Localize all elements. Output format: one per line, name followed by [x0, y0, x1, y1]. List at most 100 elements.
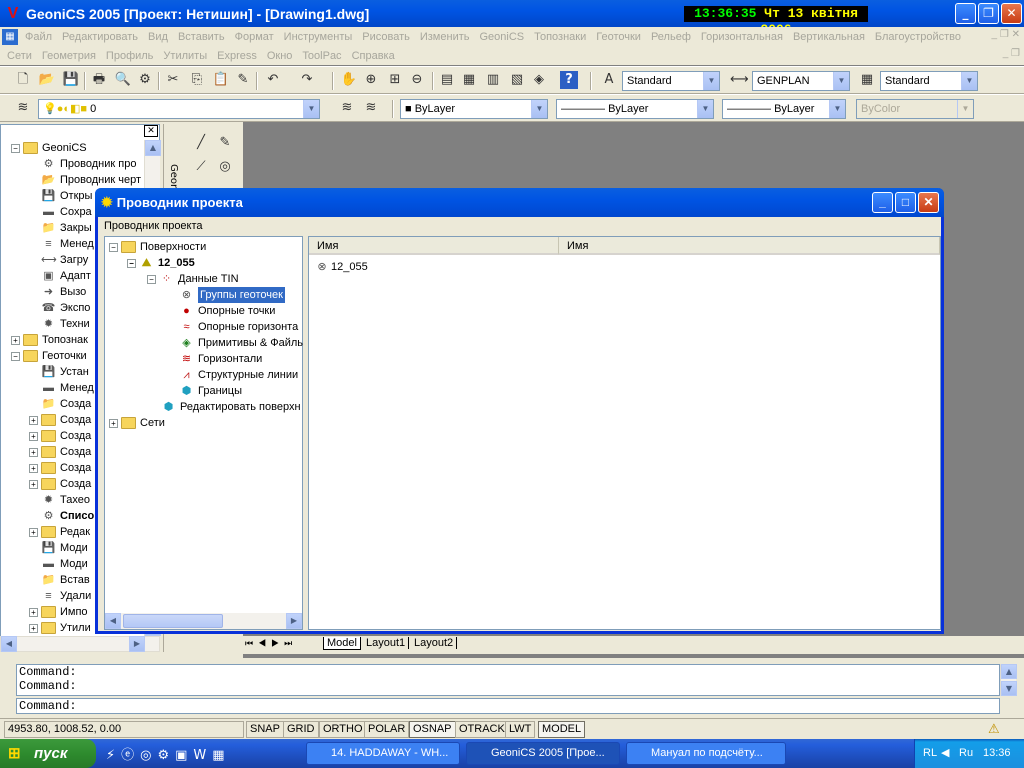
sheetset-icon[interactable]: ▧ — [508, 71, 526, 89]
left-tree-item[interactable]: ⚙ Проводник про — [41, 156, 137, 172]
expand-icon[interactable]: + — [29, 463, 38, 473]
matchprop-icon[interactable]: ✎ — [234, 71, 252, 89]
expand-icon[interactable]: + — [29, 527, 38, 537]
zoom-previous-icon[interactable]: ⊖ — [408, 71, 426, 89]
copy-icon[interactable]: ⎘ — [188, 71, 206, 89]
left-tree-item[interactable]: − Геоточки — [11, 348, 87, 364]
tab-layout1[interactable]: Layout1 — [363, 637, 410, 649]
collapse-icon[interactable]: − — [127, 258, 136, 268]
scroll-right-icon[interactable]: ▶ — [129, 636, 145, 652]
menu-item[interactable]: Формат — [230, 31, 279, 43]
collapse-icon[interactable]: − — [147, 274, 156, 284]
polyline-icon[interactable]: ⟋ — [192, 158, 210, 176]
left-tree-item[interactable]: ▬ Менед — [41, 380, 94, 396]
help-icon[interactable]: ? — [560, 71, 578, 89]
menu-item[interactable]: Рельеф — [646, 31, 696, 43]
tab-model[interactable]: Model — [323, 637, 361, 650]
color-select[interactable]: ■ ByLayer ▼ — [400, 99, 548, 119]
left-tree-item[interactable]: + Топознак — [11, 332, 88, 348]
left-tree-item[interactable]: + Созда — [29, 412, 91, 428]
menu-item[interactable]: Сети — [2, 50, 37, 62]
tree-item-networks[interactable]: + Сети — [109, 415, 165, 431]
cut-icon[interactable]: ✂ — [164, 71, 182, 89]
task-geonics[interactable]: GeoniCS 2005 [Прое... — [466, 742, 620, 765]
left-tree-item[interactable]: ≡ Удали — [41, 588, 91, 604]
tray-collapse-icon[interactable]: ◀ — [941, 739, 949, 768]
snap-button[interactable]: SNAP — [246, 721, 284, 738]
left-tree-item[interactable]: + Импо — [29, 604, 88, 620]
scroll-thumb[interactable] — [123, 614, 223, 628]
dim-style-select[interactable]: GENPLAN ▼ — [752, 71, 850, 91]
tree-item-ref-contours[interactable]: ≈ Опорные горизонта — [179, 319, 298, 335]
column-header-name-2[interactable]: Имя — [559, 237, 940, 255]
left-tree-item[interactable]: 💾 Устан — [41, 364, 89, 380]
menu-item[interactable]: Вертикальная — [788, 31, 870, 43]
menu-item[interactable]: Геоточки — [591, 31, 646, 43]
line-icon[interactable]: ╱ — [192, 134, 210, 152]
polar-button[interactable]: POLAR — [364, 721, 410, 738]
lang-indicator[interactable]: RL — [923, 739, 937, 768]
ortho-button[interactable]: ORTHO — [319, 721, 367, 738]
comm-center-icon[interactable]: ⚠ — [988, 721, 1006, 738]
dialog-tree-hscrollbar[interactable]: ◀ ▶ — [105, 613, 302, 629]
left-tree-item[interactable]: ≡ Менед — [41, 236, 94, 252]
expand-icon[interactable]: + — [29, 607, 38, 617]
left-tree-item[interactable]: ▬ Моди — [41, 556, 88, 572]
left-tree-item[interactable]: ▣ Адапт — [41, 268, 91, 284]
task-haddaway[interactable]: 14. HADDAWAY - WH... — [306, 742, 460, 765]
layer-manager-icon[interactable]: ≋ — [14, 99, 32, 117]
dialog-list-view[interactable]: Имя Имя ⊗ 12_055 — [308, 236, 941, 630]
menu-item[interactable]: Редактировать — [57, 31, 143, 43]
table-style-icon[interactable]: ▦ — [858, 71, 876, 89]
tray-clock[interactable]: 13:36 — [983, 739, 1011, 768]
menu-item[interactable]: Окно — [262, 50, 298, 62]
layer-select[interactable]: 💡●◐◧■ 0 ▼ — [38, 99, 320, 119]
table-style-select[interactable]: Standard ▼ — [880, 71, 978, 91]
menu-item[interactable]: Справка — [347, 50, 400, 62]
menu-item[interactable]: Файл — [20, 31, 57, 43]
tree-hscrollbar[interactable]: ◀ ▶ — [0, 636, 160, 652]
expand-icon[interactable]: + — [29, 415, 38, 425]
left-tree-item[interactable]: ⚙ Списо — [41, 508, 95, 524]
scroll-left-icon[interactable]: ◀ — [105, 613, 121, 629]
left-tree-item[interactable]: 💾 Откры — [41, 188, 93, 204]
tree-item-edit-surface[interactable]: ⬢ Редактировать поверхн — [161, 399, 301, 415]
left-tree-item[interactable]: ✹ Техни — [41, 316, 90, 332]
text-style-select[interactable]: Standard ▼ — [622, 71, 720, 91]
markup-icon[interactable]: ◈ — [530, 71, 548, 89]
otrack-button[interactable]: OTRACK — [455, 721, 509, 738]
menu-item[interactable]: Благоустройство — [870, 31, 966, 43]
dialog-maximize-button[interactable]: □ — [895, 192, 916, 213]
menu-item[interactable]: Профиль — [101, 50, 159, 62]
preview-icon[interactable]: 🔍 — [114, 71, 132, 89]
scroll-right-icon[interactable]: ▶ — [286, 613, 302, 629]
expand-icon[interactable]: + — [11, 335, 20, 345]
tree-item-contours[interactable]: ≋ Горизонтали — [179, 351, 262, 367]
quick-launch[interactable]: ⚡ⓔ◎⚙▣W▦ — [106, 744, 286, 764]
coordinates-display[interactable]: 4953.80, 1008.52, 0.00 — [4, 721, 244, 738]
tree-item-primitives[interactable]: ◈ Примитивы & Файль — [179, 335, 303, 351]
left-tree-item[interactable]: + Созда — [29, 444, 91, 460]
collapse-icon[interactable]: − — [11, 351, 20, 361]
lang-indicator-2[interactable]: Ru — [959, 739, 973, 768]
paste-icon[interactable]: 📋 — [212, 71, 230, 89]
lwt-button[interactable]: LWT — [505, 721, 536, 738]
panel-close-icon[interactable]: ✕ — [144, 125, 158, 137]
menu-item[interactable]: Инструменты — [279, 31, 358, 43]
layer-previous-icon[interactable]: ≋ — [362, 99, 380, 117]
left-tree-item[interactable]: + Редак — [29, 524, 90, 540]
tree-item-project[interactable]: − ⛰ 12_055 — [127, 255, 195, 271]
tree-item-breaklines[interactable]: ⩘ Структурные линии — [179, 367, 298, 383]
dim-style-icon[interactable]: ⟷ — [730, 71, 749, 89]
left-tree-item[interactable]: 📁 Встав — [41, 572, 90, 588]
task-manual[interactable]: Мануал по подсчёту... — [626, 742, 786, 765]
scroll-down-icon[interactable]: ▼ — [1001, 681, 1017, 696]
command-input[interactable]: Command: — [16, 698, 1000, 714]
print-icon[interactable]: 🖶 — [90, 71, 108, 89]
collapse-icon[interactable]: − — [11, 143, 20, 153]
title-bar[interactable]: V GeoniCS 2005 [Проект: Нетишин] - [Draw… — [0, 0, 1024, 27]
left-tree-item[interactable]: + Утили — [29, 620, 91, 636]
dialog-tree[interactable]: − Поверхности − ⛰ 12_055 − ⁘ Данные TIN ⊗ Груп… — [104, 236, 303, 630]
mdi-controls-2[interactable]: _ ❐ — [1003, 48, 1020, 59]
left-tree-item[interactable]: ▬ Сохра — [41, 204, 92, 220]
